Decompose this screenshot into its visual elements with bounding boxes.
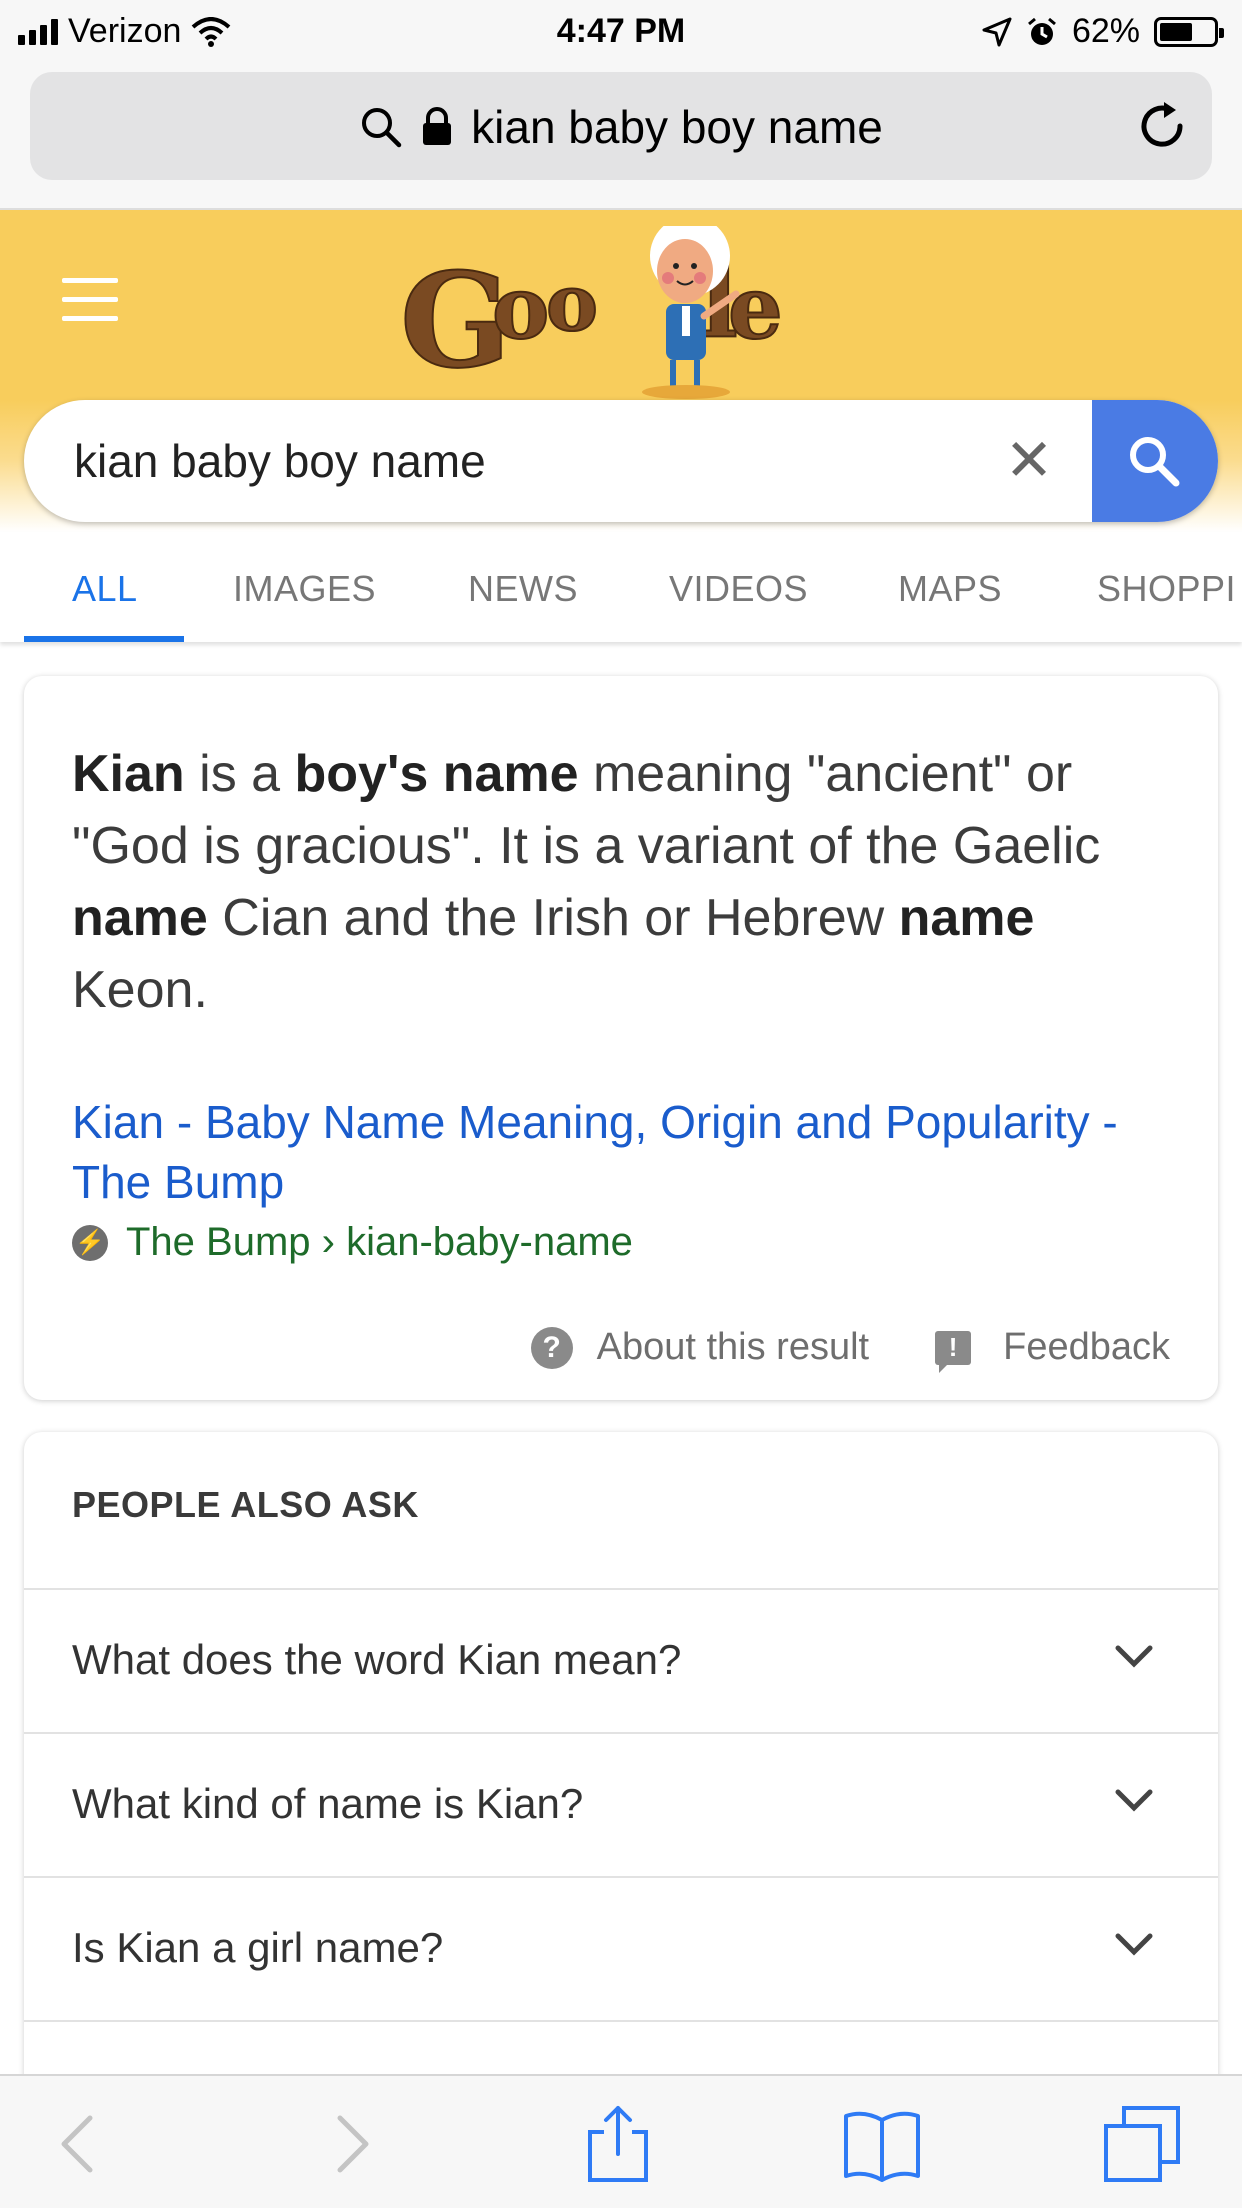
chevron-down-icon[interactable] xyxy=(1114,1930,1154,1960)
lock-icon xyxy=(423,107,452,145)
search-icon xyxy=(362,108,402,148)
search-button[interactable] xyxy=(1092,400,1218,522)
tab-all[interactable]: ALL xyxy=(72,568,138,610)
amp-lightning-icon: ⚡ xyxy=(72,1224,108,1261)
address-bar[interactable]: kian baby boy name xyxy=(30,72,1212,180)
answer-bold-1: boy's name xyxy=(294,745,579,803)
address-text: kian baby boy name xyxy=(471,101,883,153)
featured-snippet-card: Kian is a boy's name meaning "ancient" o… xyxy=(24,676,1218,1400)
about-result-link[interactable]: About this result xyxy=(597,1326,869,1369)
location-icon xyxy=(982,17,1012,46)
tab-maps[interactable]: MAPS xyxy=(898,568,1002,610)
svg-text:o: o xyxy=(546,258,598,349)
paa-question: What kind of name is Kian? xyxy=(72,1780,584,1827)
result-link[interactable]: Kian - Baby Name Meaning, Origin and Pop… xyxy=(72,1092,1182,1212)
clear-icon[interactable]: ✕ xyxy=(994,426,1064,496)
featured-answer-text: Kian is a boy's name meaning "ancient" o… xyxy=(72,738,1182,1026)
paa-item[interactable]: Is Kian a girl name? xyxy=(24,1876,1218,2020)
tabs-icon[interactable] xyxy=(1102,2104,1182,2184)
alarm-icon xyxy=(1027,17,1056,45)
tab-shopping[interactable]: SHOPPI xyxy=(1097,568,1236,610)
answer-bold-3: name xyxy=(898,889,1035,947)
card-footer: ? About this result ! Feedback xyxy=(530,1326,1170,1373)
svg-text:e: e xyxy=(728,258,783,359)
help-icon[interactable]: ? xyxy=(530,1326,573,1369)
browser-toolbar xyxy=(0,2074,1242,2208)
tab-news[interactable]: NEWS xyxy=(468,568,578,610)
chevron-down-icon[interactable] xyxy=(1114,1786,1154,1816)
status-bar: Verizon 4:47 PM 62% xyxy=(0,0,1242,62)
feedback-link[interactable]: Feedback xyxy=(1003,1326,1170,1369)
chevron-down-icon[interactable] xyxy=(1114,1642,1154,1672)
address-content: kian baby boy name xyxy=(30,100,1212,154)
tab-videos[interactable]: VIDEOS xyxy=(669,568,808,610)
reload-icon[interactable] xyxy=(1134,98,1190,154)
source-path: › kian-baby-name xyxy=(310,1220,633,1264)
share-icon[interactable] xyxy=(578,2104,658,2184)
back-icon[interactable] xyxy=(38,2104,118,2184)
feedback-icon[interactable]: ! xyxy=(935,1330,972,1373)
battery-icon xyxy=(1154,16,1224,47)
paa-item[interactable]: What does the word Kian mean? xyxy=(24,1588,1218,1732)
forward-icon[interactable] xyxy=(312,2104,392,2184)
search-tabs: ALL IMAGES NEWS VIDEOS MAPS SHOPPI xyxy=(0,532,1242,642)
google-doodle[interactable]: G o o l e xyxy=(400,226,840,416)
tab-images[interactable]: IMAGES xyxy=(233,568,376,610)
paa-item[interactable]: What kind of name is Kian? xyxy=(24,1732,1218,1876)
status-right: 62% xyxy=(982,12,1224,51)
answer-text-4: Keon. xyxy=(72,961,208,1019)
answer-text-1: is a xyxy=(184,745,295,803)
paa-question: Is Kian a girl name? xyxy=(72,1924,444,1971)
bookmarks-icon[interactable] xyxy=(842,2104,922,2184)
answer-bold-2: name xyxy=(72,889,208,947)
result-source[interactable]: ⚡ The Bump › kian-baby-name xyxy=(72,1220,633,1265)
paa-title: PEOPLE ALSO ASK xyxy=(72,1484,419,1525)
active-tab-indicator xyxy=(24,636,184,642)
answer-term: Kian xyxy=(72,745,185,803)
search-box[interactable]: kian baby boy name ✕ xyxy=(24,400,1218,522)
answer-text-3: Cian and the Irish or Hebrew xyxy=(207,889,899,947)
menu-icon[interactable] xyxy=(62,278,118,322)
source-site: The Bump xyxy=(126,1220,311,1264)
battery-percent: 62% xyxy=(1071,12,1140,50)
search-input[interactable]: kian baby boy name xyxy=(74,434,486,488)
browser-url-area: kian baby boy name xyxy=(0,62,1242,210)
paa-question: What does the word Kian mean? xyxy=(72,1636,682,1683)
search-icon xyxy=(1130,437,1180,487)
svg-text:o: o xyxy=(492,258,549,359)
